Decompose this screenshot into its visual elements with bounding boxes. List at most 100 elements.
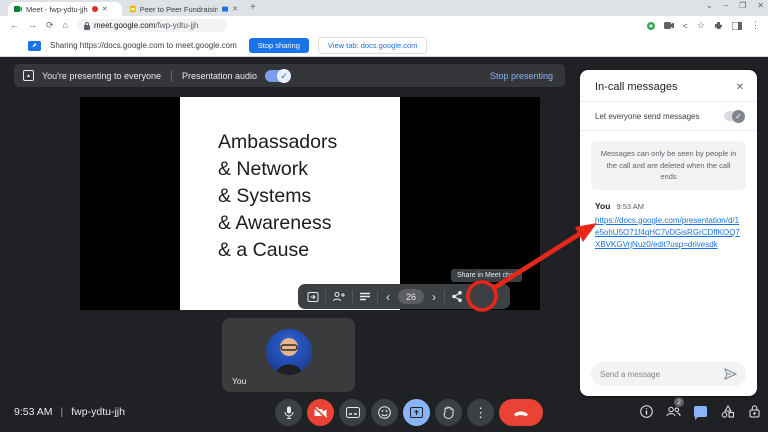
reactions-button[interactable] (371, 399, 398, 426)
end-call-button[interactable] (499, 399, 543, 426)
send-messages-toggle-label: Let everyone send messages (595, 112, 700, 121)
present-button[interactable] (403, 399, 430, 426)
restore-icon[interactable]: ❐ (739, 1, 746, 10)
shared-presentation-link[interactable]: https://docs.google.com/presentation/d/1… (595, 215, 742, 251)
tab-title: Peer to Peer Fundraising - G (140, 5, 218, 14)
chevron-down-icon[interactable]: ⌄ (706, 1, 713, 10)
home-icon[interactable]: ⌂ (63, 20, 68, 31)
self-tile-label: You (232, 376, 246, 386)
slide-notes-icon[interactable] (359, 292, 371, 301)
tooltip: Share in Meet chat (451, 269, 522, 282)
stop-sharing-button[interactable]: Stop sharing (249, 38, 309, 53)
chat-icon[interactable] (693, 404, 708, 419)
self-video-tile[interactable]: You (222, 318, 355, 392)
share-in-chat-icon[interactable] (451, 290, 463, 303)
camera-off-button[interactable] (307, 399, 334, 426)
slide-number[interactable]: 26 (398, 289, 424, 304)
meeting-code: fwp-ydtu-jjh (71, 406, 125, 418)
participants-icon[interactable]: 2 (666, 404, 681, 419)
tab-slides[interactable]: Peer to Peer Fundraising - G ✕ (124, 2, 244, 16)
message-sender: You (595, 201, 610, 211)
participants-count-badge: 2 (674, 397, 684, 407)
divider (352, 290, 353, 303)
slide-line: Ambassadors (218, 129, 337, 156)
divider (171, 70, 172, 82)
tab-title: Meet - fwp-ydtu-jjh (26, 5, 88, 14)
presentation-audio-label: Presentation audio (182, 71, 257, 81)
add-person-icon[interactable] (332, 291, 346, 302)
minimize-icon[interactable]: – (724, 1, 728, 10)
meeting-info: 9:53 AM | fwp-ydtu-jjh (14, 406, 125, 418)
avatar (266, 329, 312, 375)
meeting-panels: 2 (639, 404, 762, 419)
toggle-check-icon: ✓ (277, 69, 291, 83)
tab-close-icon[interactable]: ✕ (102, 5, 108, 13)
stop-presenting-button[interactable]: Stop presenting (490, 71, 553, 81)
presentation-toolbar: ‹ 26 › (298, 284, 510, 309)
screen-share-icon: ⬈ (28, 41, 41, 51)
open-in-tab-icon[interactable] (307, 291, 319, 303)
privacy-notice: Messages can only be seen by people in t… (591, 141, 746, 190)
info-icon[interactable] (639, 404, 654, 419)
microphone-button[interactable] (275, 399, 302, 426)
bookmark-star-icon[interactable]: ☆ (697, 20, 705, 31)
presentation-audio-toggle[interactable]: ✓ (265, 70, 290, 82)
close-window-icon[interactable]: ✕ (757, 1, 764, 10)
url-host: meet.google.com (94, 21, 155, 30)
slide-line: & Network (218, 156, 337, 183)
view-tab-button[interactable]: View tab: docs.google.com (318, 37, 428, 54)
toggle-check-icon: ✓ (732, 110, 745, 123)
raise-hand-button[interactable] (435, 399, 462, 426)
recording-dot-icon (92, 6, 98, 12)
slide-line: & Awareness (218, 210, 337, 237)
send-messages-toggle[interactable]: ✓ (724, 111, 744, 121)
in-call-messages-panel: In-call messages ✕ Let everyone send mes… (580, 70, 757, 396)
tab-capture-icon (222, 6, 229, 13)
tab-sharing-banner: ⬈ Sharing https://docs.google.com to mee… (0, 35, 768, 57)
slide-line: & a Cause (218, 237, 337, 264)
browser-menu-icon[interactable]: ⋮ (751, 20, 760, 31)
tab-meet[interactable]: Meet - fwp-ydtu-jjh ✕ (8, 2, 122, 16)
more-options-button[interactable]: ⋮ (467, 399, 494, 426)
forward-icon[interactable]: → (28, 20, 37, 31)
address-bar[interactable]: meet.google.com/fwp-ydtu-jjh (77, 19, 227, 32)
slides-logo-icon (130, 5, 136, 13)
lock-icon (84, 22, 90, 30)
message-input-wrap (591, 362, 746, 386)
url-path: /fwp-ydtu-jjh (155, 21, 198, 30)
side-panel-icon[interactable] (732, 22, 742, 30)
send-icon[interactable] (724, 368, 737, 380)
extensions-puzzle-icon[interactable] (714, 21, 723, 30)
reload-icon[interactable]: ⟳ (46, 20, 54, 31)
browser-tabstrip: Meet - fwp-ydtu-jjh ✕ Peer to Peer Fundr… (0, 0, 768, 16)
divider (444, 290, 445, 303)
activities-icon[interactable] (720, 404, 735, 419)
panel-title: In-call messages (595, 81, 678, 93)
back-icon[interactable]: ← (10, 20, 19, 31)
message-time: 9:53 AM (616, 202, 644, 211)
divider: | (61, 406, 64, 418)
present-screen-icon: ▴ (23, 70, 34, 81)
slide-line: & Systems (218, 183, 337, 210)
window-controls: ⌄ – ❐ ✕ (706, 1, 764, 10)
browser-toolbar: ← → ⟳ ⌂ meet.google.com/fwp-ydtu-jjh < ☆… (0, 16, 768, 35)
divider (377, 290, 378, 303)
sharing-indicator-icon[interactable] (647, 22, 655, 30)
share-page-icon[interactable]: < (683, 21, 688, 31)
tab-close-icon[interactable]: ✕ (232, 5, 238, 13)
sharing-banner-text: Sharing https://docs.google.com to meet.… (50, 41, 237, 50)
call-controls: ⋮ (275, 399, 543, 426)
divider (325, 290, 326, 303)
captions-button[interactable] (339, 399, 366, 426)
previous-slide-icon[interactable]: ‹ (384, 291, 392, 303)
presenting-status: You're presenting to everyone (42, 71, 161, 81)
camera-icon[interactable] (664, 22, 674, 29)
slide: Ambassadors & Network & Systems & Awaren… (180, 97, 400, 310)
close-panel-icon[interactable]: ✕ (736, 82, 744, 93)
host-controls-icon[interactable] (747, 404, 762, 419)
new-tab-button[interactable]: + (250, 2, 256, 13)
clock-time: 9:53 AM (14, 406, 53, 418)
meet-screen: Meet - fwp-ydtu-jjh ✕ Peer to Peer Fundr… (0, 0, 768, 432)
next-slide-icon[interactable]: › (430, 291, 438, 303)
message-input[interactable] (600, 370, 724, 379)
